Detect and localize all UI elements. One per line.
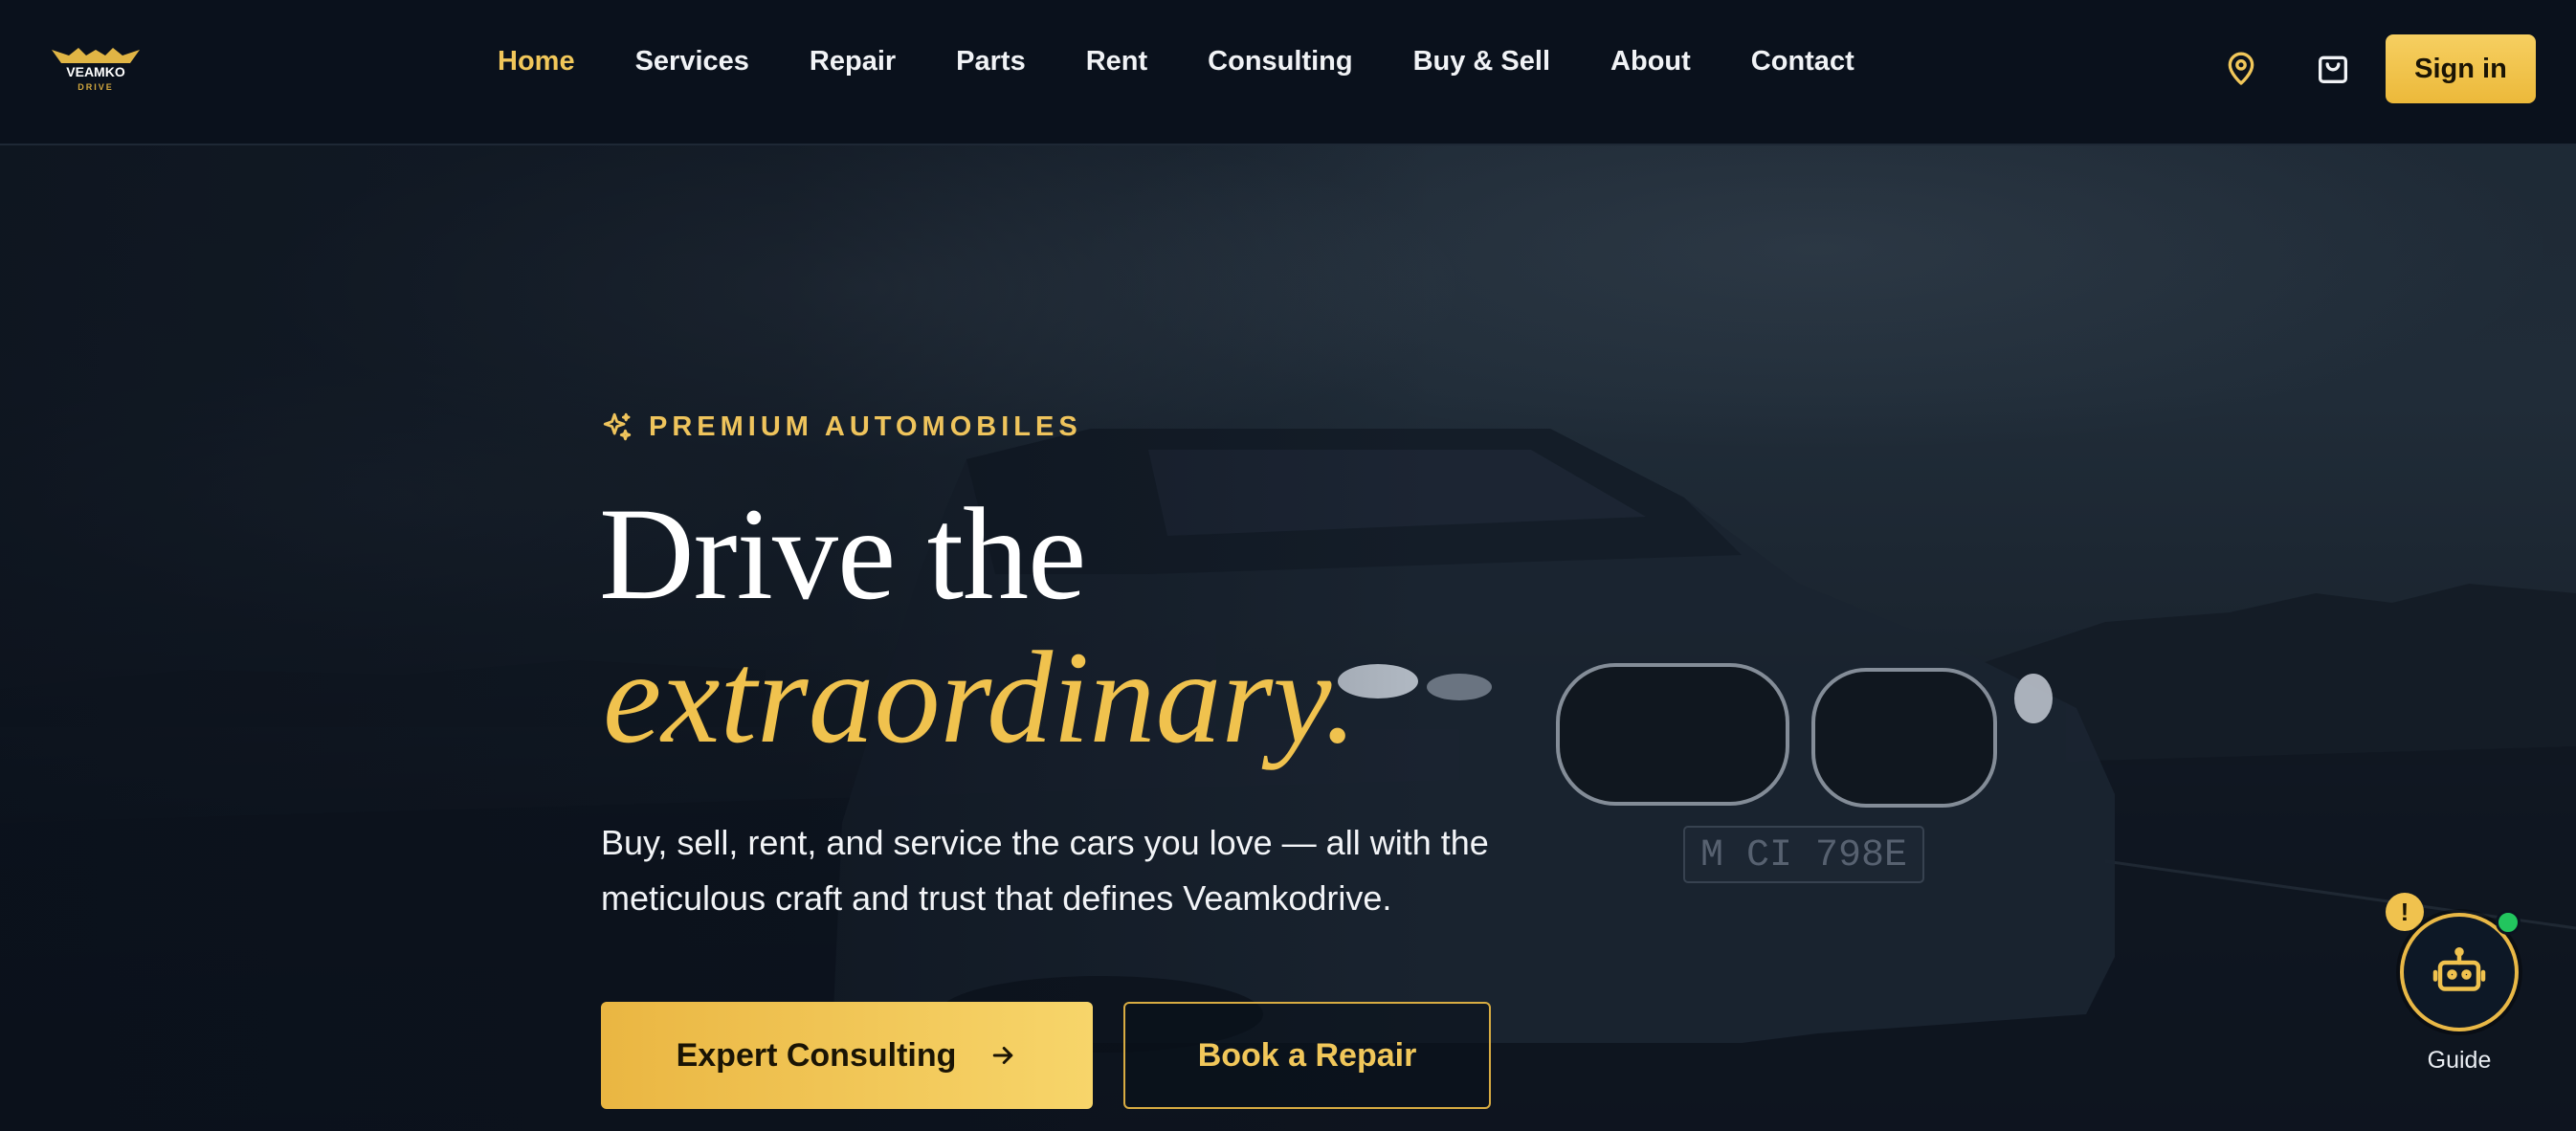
hero-subtitle: Buy, sell, rent, and service the cars yo…: [601, 823, 1489, 918]
brand-logo[interactable]: VEAMKO DRIVE: [50, 42, 142, 96]
hero-headline-line2: extraordinary.: [603, 624, 1358, 770]
nav-about[interactable]: About: [1610, 46, 1691, 78]
main-nav: Home Services Repair Parts Rent Consulti…: [498, 46, 1915, 78]
sign-in-button[interactable]: Sign in: [2386, 34, 2536, 103]
svg-text:DRIVE: DRIVE: [78, 82, 114, 92]
svg-text:VEAMKO: VEAMKO: [66, 64, 125, 79]
nav-contact[interactable]: Contact: [1751, 46, 1854, 78]
nav-services[interactable]: Services: [635, 46, 749, 78]
nav-repair[interactable]: Repair: [810, 46, 896, 78]
nav-buy-sell[interactable]: Buy & Sell: [1413, 46, 1550, 78]
robot-icon: [2432, 947, 2486, 991]
guide-online-indicator: [2496, 910, 2520, 935]
nav-consulting[interactable]: Consulting: [1208, 46, 1352, 78]
guide-alert-badge[interactable]: !: [2386, 893, 2424, 931]
map-pin-icon[interactable]: [2222, 50, 2260, 88]
arrow-right-icon: [993, 1047, 1013, 1064]
nav-parts[interactable]: Parts: [956, 46, 1026, 78]
sparkles-icon: [603, 412, 632, 441]
hero-eyebrow: PREMIUM AUTOMOBILES: [601, 410, 1082, 443]
expert-consulting-label: Expert Consulting: [676, 1036, 957, 1074]
nav-home[interactable]: Home: [498, 46, 575, 78]
hero-headline-line1: Drive the: [599, 480, 1086, 627]
top-navbar: VEAMKO DRIVE Home Services Repair Parts …: [0, 0, 2576, 145]
book-repair-button[interactable]: Book a Repair: [1123, 1002, 1491, 1109]
expert-consulting-button[interactable]: Expert Consulting: [601, 1002, 1093, 1109]
license-plate-text: M CI 798E: [1700, 834, 1907, 877]
eyebrow-label: PREMIUM AUTOMOBILES: [649, 410, 1082, 442]
shopping-bag-icon[interactable]: [2314, 50, 2352, 88]
nav-rent[interactable]: Rent: [1086, 46, 1147, 78]
guide-label: Guide: [2427, 1047, 2492, 1074]
